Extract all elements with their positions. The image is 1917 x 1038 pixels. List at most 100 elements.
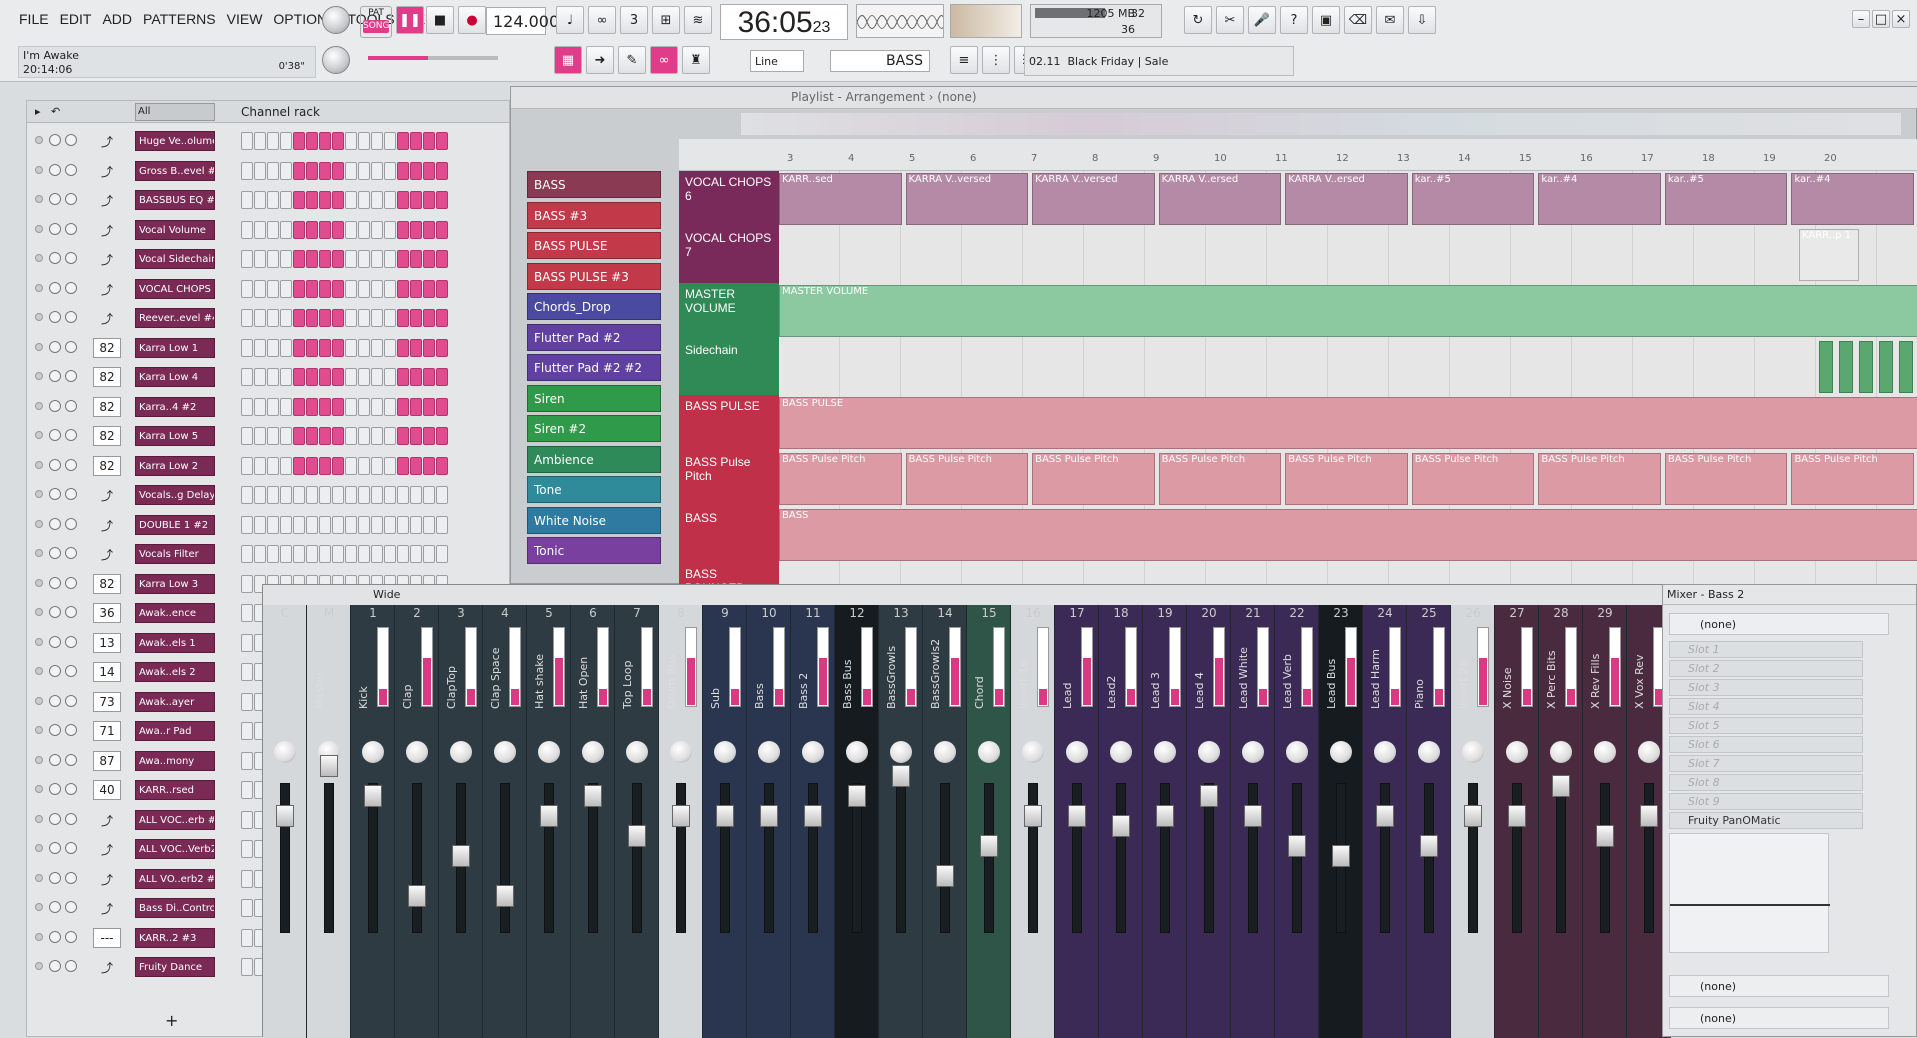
step-button[interactable]: [319, 161, 331, 180]
step-button[interactable]: [410, 309, 422, 327]
channel-volume-knob[interactable]: [49, 694, 61, 707]
playlist-clip[interactable]: BASS Pulse Pitch: [1791, 453, 1914, 505]
step-button[interactable]: [319, 220, 331, 239]
pan-knob[interactable]: [1242, 741, 1264, 763]
step-button[interactable]: [436, 515, 448, 534]
step-button[interactable]: [371, 515, 383, 534]
track-header[interactable]: VOCAL CHOPS 6: [679, 171, 779, 227]
channel-pan-knob[interactable]: [65, 665, 77, 677]
step-button[interactable]: [319, 456, 331, 475]
step-button[interactable]: [254, 515, 266, 534]
volume-fader[interactable]: [408, 885, 426, 907]
pan-knob[interactable]: [582, 741, 604, 763]
step-button[interactable]: [319, 250, 331, 268]
playlist-clip[interactable]: KARRA V..ersed: [1285, 173, 1408, 225]
channel-volume-knob[interactable]: [49, 665, 61, 677]
snap-select[interactable]: Line: [750, 50, 804, 72]
track-lane[interactable]: BASS PULSE: [779, 395, 1917, 451]
volume-fader[interactable]: [1508, 805, 1526, 827]
step-button[interactable]: [371, 309, 383, 327]
loop-record-icon[interactable]: ∞: [588, 6, 616, 34]
step-button[interactable]: [410, 515, 422, 534]
step-button[interactable]: [319, 486, 331, 504]
step-button[interactable]: [241, 810, 253, 829]
channel-volume-knob[interactable]: [49, 193, 61, 205]
step-button[interactable]: [358, 220, 370, 239]
volume-fader[interactable]: [804, 805, 822, 827]
volume-fader[interactable]: [892, 765, 910, 787]
step-button[interactable]: [254, 456, 266, 475]
channel-name-button[interactable]: Awak..ence: [135, 603, 215, 623]
step-button[interactable]: [345, 486, 357, 504]
step-button[interactable]: [306, 456, 318, 475]
step-button[interactable]: [241, 279, 253, 298]
step-button[interactable]: [241, 574, 253, 593]
step-button[interactable]: [267, 456, 279, 475]
channel-pan-knob[interactable]: [65, 724, 77, 736]
step-button[interactable]: [267, 427, 279, 445]
step-button[interactable]: [345, 220, 357, 239]
step-button[interactable]: [241, 515, 253, 534]
step-button[interactable]: [241, 368, 253, 386]
volume-fader[interactable]: [1464, 805, 1482, 827]
step-button[interactable]: [332, 338, 344, 357]
step-button[interactable]: [371, 338, 383, 357]
step-button[interactable]: [410, 220, 422, 239]
pattern-picker-item[interactable]: White Noise: [527, 506, 661, 534]
pan-knob[interactable]: [1066, 741, 1088, 763]
step-button[interactable]: [254, 279, 266, 298]
pan-knob[interactable]: [274, 741, 296, 763]
step-button[interactable]: [241, 751, 253, 770]
step-button[interactable]: [280, 220, 292, 239]
step-button[interactable]: [384, 279, 396, 298]
track-header[interactable]: BASS PULSE: [679, 395, 779, 451]
master-volume-knob[interactable]: [322, 6, 350, 34]
step-button[interactable]: [436, 161, 448, 180]
channel-pan-knob[interactable]: [65, 193, 77, 205]
track-header[interactable]: VOCAL CHOPS 7: [679, 227, 779, 283]
step-button[interactable]: [384, 250, 396, 268]
step-button[interactable]: [384, 220, 396, 239]
volume-fader[interactable]: [452, 845, 470, 867]
playlist-clip[interactable]: BASS Pulse Pitch: [905, 453, 1029, 505]
channel-mixer-track[interactable]: 82: [93, 573, 121, 594]
blend-notes-icon[interactable]: ≋: [684, 6, 712, 34]
mixer-track[interactable]: 28 X Perc Bits: [1539, 605, 1583, 1038]
step-button[interactable]: [241, 456, 253, 475]
channel-led[interactable]: [35, 195, 43, 203]
channel-name-button[interactable]: Awak..ayer: [135, 691, 215, 712]
channel-pan-knob[interactable]: [65, 429, 77, 441]
step-button[interactable]: [384, 545, 396, 563]
step-button[interactable]: [345, 456, 357, 475]
step-button[interactable]: [345, 368, 357, 386]
mixer-track[interactable]: 20 Lead 4: [1187, 605, 1231, 1038]
step-button[interactable]: [280, 161, 292, 180]
playlist-clip[interactable]: KARRA V..versed: [1032, 173, 1155, 225]
mixer-track[interactable]: 12 Bass Bus: [835, 605, 879, 1038]
mixer-track[interactable]: 17 Lead: [1055, 605, 1099, 1038]
volume-fader[interactable]: [496, 885, 514, 907]
step-button[interactable]: [332, 545, 344, 563]
step-button[interactable]: [358, 309, 370, 327]
step-button[interactable]: [241, 250, 253, 268]
pan-knob[interactable]: [934, 741, 956, 763]
step-button[interactable]: [423, 545, 435, 563]
step-button[interactable]: [332, 456, 344, 475]
channel-volume-knob[interactable]: [49, 960, 61, 972]
effect-slot[interactable]: Slot 8: [1669, 774, 1863, 791]
playlist-clip[interactable]: kar..#4: [1538, 173, 1661, 225]
channel-rack-icon[interactable]: ⋮: [982, 46, 1010, 74]
step-button[interactable]: [254, 368, 266, 386]
channel-led[interactable]: [35, 283, 43, 292]
mixer-track[interactable]: 3 ClapTop: [439, 605, 483, 1038]
pan-knob[interactable]: [1154, 741, 1176, 763]
mixer-icon[interactable]: ≡: [950, 46, 978, 74]
step-button[interactable]: [332, 191, 344, 209]
step-button[interactable]: [423, 132, 435, 150]
mixer-track[interactable]: 9 Sub: [703, 605, 747, 1038]
volume-fader[interactable]: [1024, 805, 1042, 827]
step-button[interactable]: [345, 338, 357, 357]
minimize-icon[interactable]: –: [1852, 10, 1870, 28]
step-button[interactable]: [410, 191, 422, 209]
step-button[interactable]: [397, 368, 409, 386]
